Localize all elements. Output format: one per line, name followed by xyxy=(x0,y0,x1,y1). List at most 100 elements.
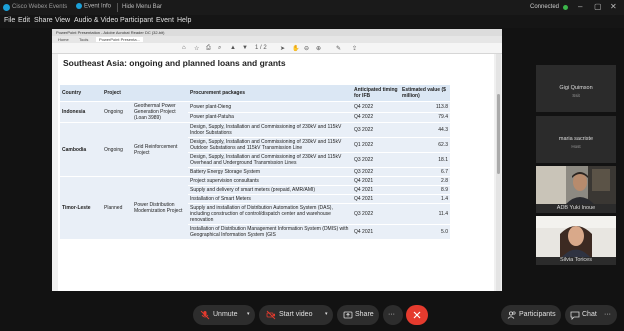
country-cell: Cambodia xyxy=(60,122,102,177)
value-cell: 113.8 xyxy=(400,101,450,112)
pdf-tab-bar: Home Tools PowerPoint Presenta... xyxy=(52,36,502,43)
menu-event[interactable]: Event xyxy=(156,17,174,24)
scrollbar-thumb[interactable] xyxy=(497,94,500,174)
select-cursor-icon[interactable]: ➤ xyxy=(280,45,285,52)
leave-meeting-button[interactable] xyxy=(406,305,428,325)
titlebar-divider xyxy=(117,3,118,12)
zoom-out-icon[interactable]: ⊖ xyxy=(304,45,309,52)
participant-video-tile[interactable]: Silvia Torices xyxy=(536,216,616,265)
share-screen-icon xyxy=(343,311,353,319)
more-icon[interactable]: ··· xyxy=(604,311,611,318)
close-icon xyxy=(413,311,421,319)
page-indicator[interactable]: 1 / 2 xyxy=(255,45,267,51)
microphone-muted-icon xyxy=(200,310,210,320)
event-info-button[interactable]: Event Info xyxy=(76,3,111,10)
video-feed-image xyxy=(536,216,616,257)
meeting-controls: Unmute ▾ Start video ▾ Share ··· Partici… xyxy=(0,300,624,331)
chevron-down-icon[interactable]: ▾ xyxy=(325,311,328,317)
hide-menu-bar-button[interactable]: Hide Menu Bar xyxy=(122,4,162,10)
package-cell: Supply and delivery of smart meters (pre… xyxy=(188,185,352,195)
participant-video-tile[interactable]: ADB Yuki Inoue xyxy=(536,166,616,213)
participant-tile[interactable]: Gigi Quimson Ssit xyxy=(536,65,616,112)
timing-cell: Q4 2021 xyxy=(352,224,400,239)
timing-cell: Q3 2022 xyxy=(352,203,400,225)
menu-share[interactable]: Share xyxy=(34,17,53,24)
participants-icon xyxy=(507,311,516,319)
tab-home[interactable]: Home xyxy=(55,37,72,42)
info-icon xyxy=(76,3,82,9)
participant-video xyxy=(536,216,616,257)
status-cell: Planned xyxy=(102,176,132,239)
participants-label: Participants xyxy=(519,311,556,318)
more-icon: ··· xyxy=(388,311,395,318)
participant-tile[interactable]: maria sacriste Host xyxy=(536,116,616,163)
package-cell: Installation of Smart Meters xyxy=(188,194,352,204)
participant-name: Gigi Quimson xyxy=(559,85,593,91)
menu-edit[interactable]: Edit xyxy=(18,17,30,24)
value-cell: 62.3 xyxy=(400,137,450,153)
print-icon[interactable]: ⎙ xyxy=(206,45,211,52)
participant-video-panel: Gigi Quimson Ssit maria sacriste Host AD… xyxy=(536,65,616,295)
pdf-viewer-titlebar: PowerPoint Presentation - Adobe Acrobat … xyxy=(52,29,502,36)
participant-role: Ssit xyxy=(572,93,580,98)
more-options-button[interactable]: ··· xyxy=(383,305,403,325)
project-cell: Power Distribution Modernization Project xyxy=(132,176,188,239)
start-video-label: Start video xyxy=(279,311,313,318)
timing-cell: Q4 2021 xyxy=(352,176,400,186)
app-name: Cisco Webex Events xyxy=(12,4,68,10)
video-off-icon xyxy=(266,310,276,320)
menu-audio-video[interactable]: Audio & Video xyxy=(74,17,118,24)
value-cell: 2.8 xyxy=(400,176,450,186)
pdf-scrollbar[interactable] xyxy=(496,54,501,291)
chevron-down-icon[interactable]: ▾ xyxy=(247,311,250,317)
country-cell: Indonesia xyxy=(60,101,102,123)
package-cell: Design, Supply, Installation and Commiss… xyxy=(188,137,352,153)
menu-help[interactable]: Help xyxy=(177,17,191,24)
tab-tools[interactable]: Tools xyxy=(76,37,91,42)
hand-tool-icon[interactable]: ✋ xyxy=(292,45,299,52)
home-icon[interactable]: ⌂ xyxy=(182,45,186,51)
search-icon[interactable]: ⌕ xyxy=(218,45,221,52)
unmute-button[interactable]: Unmute ▾ xyxy=(193,305,255,325)
next-page-icon[interactable]: ▼ xyxy=(242,45,248,51)
package-cell: Design, Supply, Installation and Commiss… xyxy=(188,152,352,168)
menu-view[interactable]: View xyxy=(55,17,70,24)
tab-document[interactable]: PowerPoint Presenta... xyxy=(96,37,143,42)
document-title: Southeast Asia: ongoing and planned loan… xyxy=(63,58,286,68)
value-cell: 5.0 xyxy=(400,224,450,239)
timing-cell: Q3 2022 xyxy=(352,167,400,177)
timing-cell: Q3 2022 xyxy=(352,122,400,138)
star-icon[interactable]: ☆ xyxy=(194,45,199,52)
loans-table: Country Project Procurement packages Ant… xyxy=(60,85,450,239)
prev-page-icon[interactable]: ▲ xyxy=(230,45,236,51)
chat-label: Chat xyxy=(582,311,597,318)
menu-bar: File Edit Share View Audio & Video Parti… xyxy=(0,15,624,28)
zoom-in-icon[interactable]: ⊕ xyxy=(316,45,321,52)
webex-logo-icon xyxy=(3,4,10,11)
participant-name: Silvia Torices xyxy=(560,257,592,263)
start-video-button[interactable]: Start video ▾ xyxy=(259,305,333,325)
timing-cell: Q1 2022 xyxy=(352,137,400,153)
chat-button[interactable]: Chat ··· xyxy=(565,305,617,325)
timing-cell: Q4 2022 xyxy=(352,111,400,123)
status-cell: Ongoing xyxy=(102,122,132,177)
header-value: Estimated value ($ million) xyxy=(400,85,450,102)
window-titlebar: Cisco Webex Events Event Info Hide Menu … xyxy=(0,0,624,15)
share-button[interactable]: Share xyxy=(337,305,379,325)
minimize-icon[interactable]: – xyxy=(578,2,582,11)
maximize-icon[interactable]: ▢ xyxy=(594,2,602,11)
package-cell: Installation of Distribution Management … xyxy=(188,224,352,239)
timing-cell: Q3 2022 xyxy=(352,152,400,168)
close-icon[interactable]: ✕ xyxy=(610,2,617,11)
participant-role: Host xyxy=(571,144,581,149)
timing-cell: Q4 2022 xyxy=(352,101,400,112)
share-document-icon[interactable]: ⇪ xyxy=(352,45,357,52)
menu-participant[interactable]: Participant xyxy=(120,17,153,24)
package-cell: Battery Energy Storage System xyxy=(188,167,352,177)
comment-icon[interactable]: ✎ xyxy=(336,45,341,52)
pdf-toolbar: ⌂ ☆ ⎙ ⌕ ▲ ▼ 1 / 2 ➤ ✋ ⊖ ⊕ ✎ ⇪ xyxy=(52,43,502,54)
participants-button[interactable]: Participants xyxy=(501,305,561,325)
header-project-name xyxy=(132,85,188,102)
share-label: Share xyxy=(355,311,374,318)
menu-file[interactable]: File xyxy=(4,17,15,24)
